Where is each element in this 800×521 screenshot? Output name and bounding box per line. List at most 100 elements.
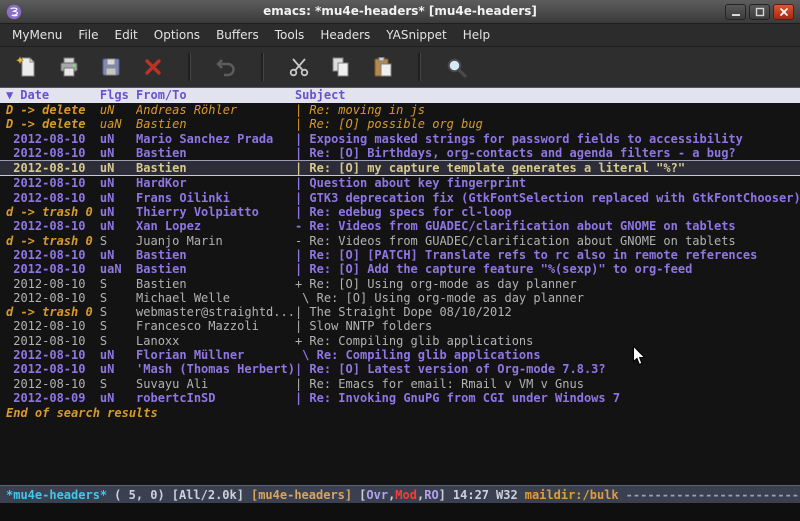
menu-item-mymenu[interactable]: MyMenu: [4, 25, 70, 45]
message-row[interactable]: D -> deleteuNAndreas Röhler| Re: moving …: [0, 103, 800, 117]
paste-icon: [371, 55, 395, 79]
titlebar[interactable]: emacs: *mu4e-headers* [mu4e-headers]: [0, 0, 800, 24]
column-header-flags[interactable]: Flgs: [100, 88, 136, 103]
column-header-from[interactable]: From/To: [136, 88, 295, 103]
message-subject: | Re: Invoking GnuPG from CGI under Wind…: [295, 391, 800, 405]
message-row[interactable]: 2012-08-10SSuvayu Ali| Re: Emacs for ema…: [0, 377, 800, 391]
message-flags: S: [100, 305, 136, 319]
modeline-flag-ro: RO: [424, 488, 438, 502]
message-subject: + Re: Compiling glib applications: [295, 334, 800, 348]
close-button[interactable]: [773, 4, 794, 20]
message-from: Bastien: [136, 262, 295, 276]
emacs-window: emacs: *mu4e-headers* [mu4e-headers] MyM…: [0, 0, 800, 521]
message-subject: | Slow NNTP folders: [295, 319, 800, 333]
message-row[interactable]: 2012-08-10uN'Mash (Thomas Herbert)| Re: …: [0, 362, 800, 376]
close-button[interactable]: [136, 51, 170, 83]
menu-item-tools[interactable]: Tools: [267, 25, 313, 45]
menu-bar: MyMenuFileEditOptionsBuffersToolsHeaders…: [0, 24, 800, 47]
column-header-date[interactable]: ▼Date: [6, 88, 100, 103]
message-flags: uN: [100, 205, 136, 219]
minibuffer[interactable]: [0, 503, 800, 521]
message-date: 2012-08-10: [6, 348, 100, 362]
message-row[interactable]: 2012-08-10uNFrans Oilinki| GTK3 deprecat…: [0, 191, 800, 205]
message-row[interactable]: 2012-08-10SBastien+ Re: [O] Using org-mo…: [0, 277, 800, 291]
undo-button: [209, 51, 243, 83]
message-flags: uN: [100, 348, 136, 362]
mode-line[interactable]: *mu4e-headers* ( 5, 0) [All/2.0k] [mu4e-…: [0, 485, 800, 503]
message-flags: uN: [100, 391, 136, 405]
menu-item-buffers[interactable]: Buffers: [208, 25, 267, 45]
menu-item-help[interactable]: Help: [455, 25, 498, 45]
message-subject: | Re: [O] Birthdays, org-contacts and ag…: [295, 146, 800, 160]
toolbar-separator: [188, 53, 191, 81]
message-subject: | Re: moving in js: [295, 103, 800, 117]
message-subject: | Re: edebug specs for cl-loop: [295, 205, 800, 219]
message-row[interactable]: 2012-08-10uNHardKor| Question about key …: [0, 176, 800, 190]
message-list: D -> deleteuNAndreas Röhler| Re: moving …: [0, 103, 800, 405]
message-mark: d -> trash 0: [6, 234, 100, 248]
message-row[interactable]: D -> deleteuaNBastien| Re: [O] possible …: [0, 117, 800, 131]
message-date: 2012-08-10: [6, 219, 100, 233]
modeline-size: [All/2.0k]: [172, 488, 244, 502]
message-flags: uN: [100, 191, 136, 205]
message-mark: d -> trash 0: [6, 305, 100, 319]
message-row[interactable]: 2012-08-10SLanoxx+ Re: Compiling glib ap…: [0, 334, 800, 348]
message-row[interactable]: 2012-08-10SFrancesco Mazzoli| Slow NNTP …: [0, 319, 800, 333]
modeline-maildir: maildir:/bulk: [525, 488, 619, 502]
message-from: Lanoxx: [136, 334, 295, 348]
menu-item-edit[interactable]: Edit: [107, 25, 146, 45]
menu-item-file[interactable]: File: [70, 25, 106, 45]
message-row[interactable]: 2012-08-10uNXan Lopez- Re: Videos from G…: [0, 219, 800, 233]
search-button[interactable]: [439, 51, 473, 83]
print-button[interactable]: [52, 51, 86, 83]
message-row[interactable]: 2012-08-10uNBastien| Re: [O] [PATCH] Tra…: [0, 248, 800, 262]
message-row[interactable]: 2012-08-10uNBastien| Re: [O] Birthdays, …: [0, 146, 800, 160]
headers-buffer: ▼Date Flgs From/To Subject D -> deleteuN…: [0, 88, 800, 485]
maximize-button[interactable]: [749, 4, 770, 20]
minimize-icon: [731, 7, 741, 17]
message-from: HardKor: [136, 176, 295, 190]
cut-icon: [287, 55, 311, 79]
message-subject: + Re: [O] Using org-mode as day planner: [295, 277, 800, 291]
message-flags: uN: [100, 219, 136, 233]
column-header-subject[interactable]: Subject: [295, 88, 800, 103]
new-file-button[interactable]: [10, 51, 44, 83]
new-file-icon: [15, 55, 39, 79]
paste-button[interactable]: [366, 51, 400, 83]
message-flags: uaN: [100, 262, 136, 276]
emacs-icon: [6, 4, 22, 20]
message-row[interactable]: d -> trash 0uNThierry Volpiatto| Re: ede…: [0, 205, 800, 219]
menu-item-options[interactable]: Options: [146, 25, 208, 45]
message-subject: | Re: Emacs for email: Rmail v VM v Gnus: [295, 377, 800, 391]
message-flags: uN: [100, 248, 136, 262]
message-row[interactable]: 2012-08-10uNMario Sanchez Prada| Exposin…: [0, 132, 800, 146]
message-row[interactable]: d -> trash 0Swebmaster@straightd...| The…: [0, 305, 800, 319]
message-row-current[interactable]: 2012-08-10uNBastien| Re: [O] my capture …: [0, 160, 800, 176]
message-subject: | Re: [O] Latest version of Org-mode 7.8…: [295, 362, 800, 376]
close-icon: [141, 55, 165, 79]
copy-icon: [329, 55, 353, 79]
cut-button[interactable]: [282, 51, 316, 83]
message-mark: d -> trash 0: [6, 205, 100, 219]
modeline-major-mode: [mu4e-headers]: [251, 488, 352, 502]
message-from: Francesco Mazzoli: [136, 319, 295, 333]
message-row[interactable]: 2012-08-10SMichael Welle \ Re: [O] Using…: [0, 291, 800, 305]
end-of-search-results: End of search results: [0, 406, 800, 421]
menu-item-yasnippet[interactable]: YASnippet: [378, 25, 455, 45]
print-icon: [57, 55, 81, 79]
save-button[interactable]: [94, 51, 128, 83]
modeline-frame: W32: [496, 488, 518, 502]
message-row[interactable]: d -> trash 0SJuanjo Marin- Re: Videos fr…: [0, 234, 800, 248]
maximize-icon: [755, 7, 765, 17]
message-date: 2012-08-10: [6, 362, 100, 376]
menu-item-headers[interactable]: Headers: [312, 25, 378, 45]
message-row[interactable]: 2012-08-10uaNBastien| Re: [O] Add the ca…: [0, 262, 800, 276]
copy-button[interactable]: [324, 51, 358, 83]
message-flags: uaN: [100, 117, 136, 131]
message-subject: | GTK3 deprecation fix (GtkFontSelection…: [295, 191, 800, 205]
minimize-button[interactable]: [725, 4, 746, 20]
modeline-flag-mod: Mod: [395, 488, 417, 502]
message-subject: \ Re: [O] Using org-mode as day planner: [295, 291, 800, 305]
message-row[interactable]: 2012-08-09uNrobertcInSD| Re: Invoking Gn…: [0, 391, 800, 405]
message-row[interactable]: 2012-08-10uNFlorian Müllner \ Re: Compil…: [0, 348, 800, 362]
